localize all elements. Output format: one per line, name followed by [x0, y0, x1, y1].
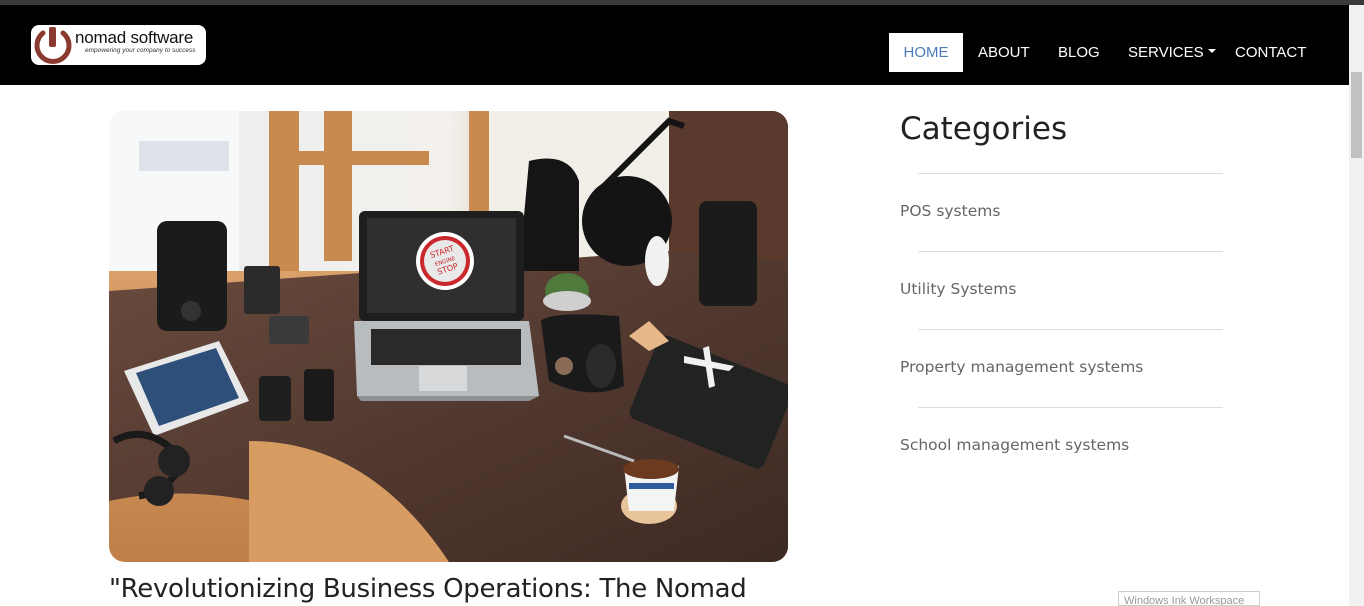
category-link-school-management[interactable]: School management systems [900, 436, 1129, 454]
nav-about-label: ABOUT [978, 44, 1030, 61]
nav-services-label: SERVICES [1128, 44, 1204, 61]
power-icon [34, 27, 72, 64]
brand-tagline: empowering your company to success [85, 47, 196, 54]
nav-blog-label: BLOG [1058, 44, 1100, 61]
nav-home[interactable]: HOME [889, 33, 963, 72]
nav-blog[interactable]: BLOG [1058, 33, 1100, 72]
desk-workspace-photo-icon: START ENGINE STOP [109, 111, 788, 562]
caret-down-icon [1207, 48, 1216, 53]
category-divider [918, 329, 1223, 330]
navbar: nomad software empowering your company t… [0, 5, 1349, 85]
nav-services[interactable]: SERVICES [1128, 33, 1216, 72]
scrollbar-thumb[interactable] [1351, 72, 1362, 158]
nav-home-label: HOME [903, 44, 949, 61]
category-divider [918, 407, 1223, 408]
post-featured-image[interactable]: START ENGINE STOP [109, 111, 788, 562]
nav-about[interactable]: ABOUT [978, 33, 1030, 72]
categories-heading: Categories [900, 111, 1068, 147]
category-link-pos-systems[interactable]: POS systems [900, 202, 1000, 220]
category-link-utility-systems[interactable]: Utility Systems [900, 280, 1016, 298]
brand-logo[interactable]: nomad software empowering your company t… [31, 25, 206, 65]
windows-ink-workspace-button[interactable]: Windows Ink Workspace [1118, 591, 1260, 606]
category-link-property-management[interactable]: Property management systems [900, 358, 1143, 376]
brand-name: nomad software [75, 28, 194, 47]
nav-contact[interactable]: CONTACT [1235, 33, 1306, 72]
category-divider [918, 173, 1223, 174]
post-title[interactable]: "Revolutionizing Business Operations: Th… [109, 574, 747, 604]
category-divider [918, 251, 1223, 252]
nav-contact-label: CONTACT [1235, 44, 1307, 61]
